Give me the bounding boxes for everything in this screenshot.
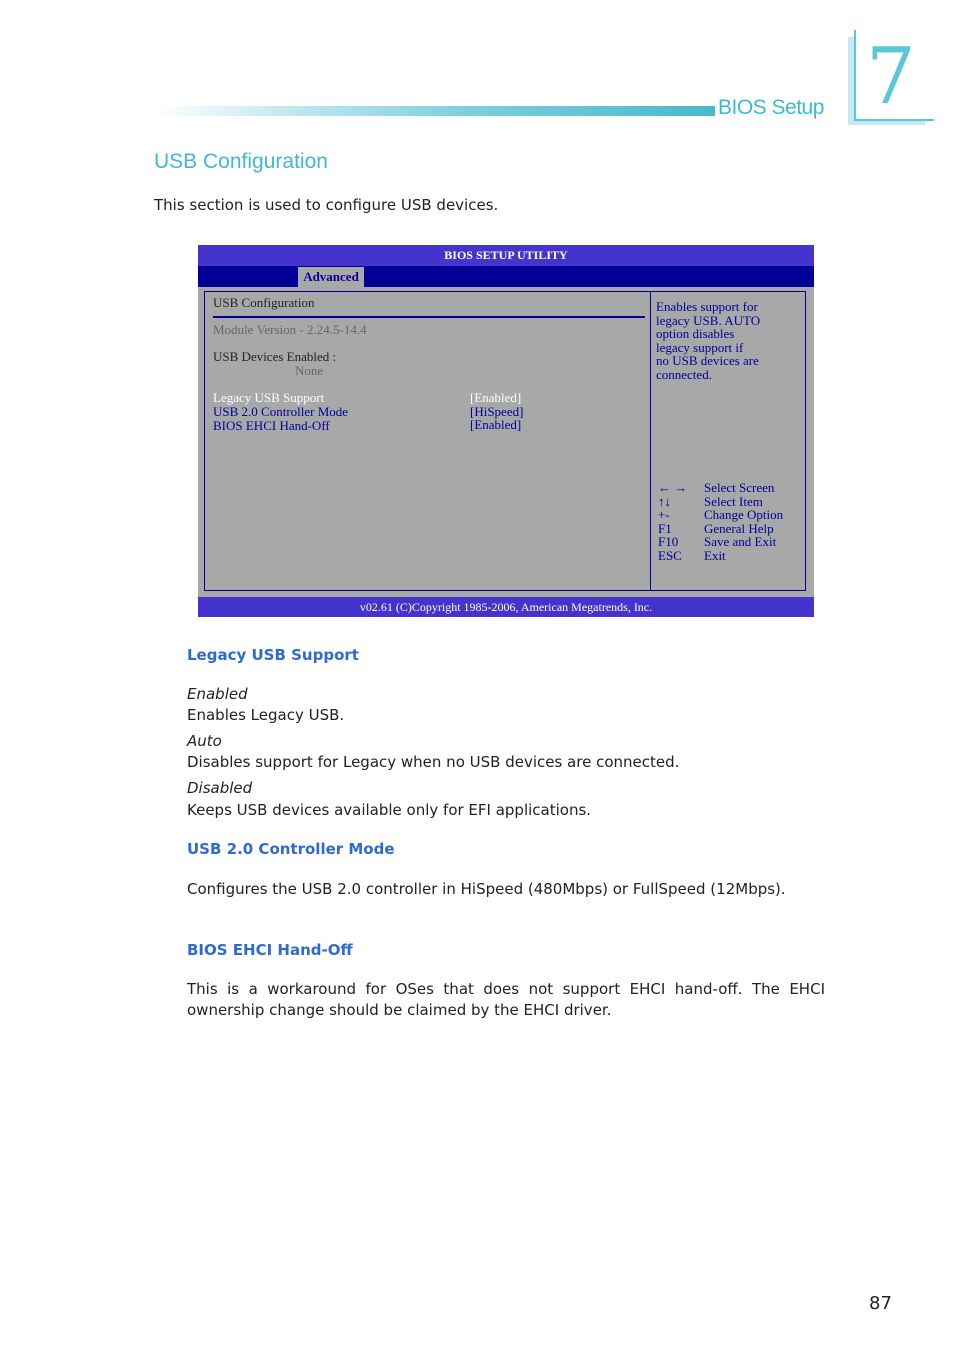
key-action: Exit (704, 547, 726, 563)
help-line: Enables support for (656, 299, 758, 314)
key-row: F1 General Help (658, 522, 783, 536)
option-name-enabled: Enabled (187, 685, 248, 703)
bios-divider (650, 291, 651, 590)
bios-screen: BIOS SETUP UTILITY Advanced USB Configur… (198, 245, 814, 617)
key-action: Select Item (704, 493, 763, 509)
bios-tab-bar: Advanced (198, 266, 814, 287)
key-row: +- Change Option (658, 508, 783, 522)
key-action: Change Option (704, 507, 784, 523)
bios-title-bar: BIOS SETUP UTILITY (198, 245, 814, 266)
heading-legacy-usb: Legacy USB Support (187, 646, 359, 664)
key-arrows-lr-icon: ← → (658, 480, 688, 495)
key-action: Save and Exit (704, 534, 777, 550)
usb-devices-label: USB Devices Enabled : (213, 349, 337, 364)
key-row: ← → Select Screen (658, 481, 783, 495)
key-f10: F10 (658, 534, 679, 550)
help-line: option disables (656, 326, 735, 342)
key-row: F10 Save and Exit (658, 535, 783, 549)
header-decor-bar (155, 106, 715, 116)
heading-ehci-handoff: BIOS EHCI Hand-Off (187, 941, 353, 959)
tab-advanced[interactable]: Advanced (298, 267, 364, 287)
bios-screen-title: USB Configuration (213, 295, 315, 310)
bios-key-legend: ← → Select Screen ↑↓ Select Item +- Change … (658, 481, 783, 563)
key-row: ↑↓ Select Item (658, 493, 783, 509)
key-plus-minus: +- (658, 507, 670, 523)
module-version: Module Version - 2.24.5-14.4 (213, 322, 367, 337)
section-title: USB Configuration (154, 150, 328, 173)
key-arrows-ud-icon: ↑↓ (658, 493, 671, 509)
heading-usb20-mode: USB 2.0 Controller Mode (187, 840, 395, 858)
setting-ehci-handoff-label[interactable]: BIOS EHCI Hand-Off (213, 419, 330, 433)
section-intro: This section is used to configure USB de… (154, 196, 499, 214)
chapter-number: 7 (866, 32, 916, 122)
desc-ehci-handoff: This is a workaround for OSes that does … (187, 980, 825, 1019)
usb-devices-value: None (295, 363, 324, 378)
desc-usb20-mode: Configures the USB 2.0 controller in HiS… (187, 880, 786, 898)
bios-title-rule (213, 316, 645, 318)
key-f1: F1 (658, 520, 672, 536)
option-desc-disabled: Keeps USB devices available only for EFI… (187, 801, 592, 819)
option-desc-enabled: Enables Legacy USB. (187, 706, 345, 724)
option-name-disabled: Disabled (187, 779, 253, 797)
setting-ehci-handoff-value[interactable]: [Enabled] (470, 418, 521, 432)
key-row: ESC Exit (658, 549, 783, 563)
help-line: connected. (656, 366, 712, 382)
key-action: Select Screen (704, 480, 775, 495)
key-action: General Help (704, 520, 774, 536)
key-esc: ESC (658, 547, 682, 563)
bios-footer: v02.61 (C)Copyright 1985-2006, American … (198, 597, 814, 617)
setting-legacy-usb-value[interactable]: [Enabled] (470, 391, 521, 405)
setting-usb20-mode-label[interactable]: USB 2.0 Controller Mode (213, 405, 348, 419)
option-desc-auto: Disables support for Legacy when no USB … (187, 753, 680, 771)
option-name-auto: Auto (187, 732, 222, 750)
help-line: legacy support if (656, 339, 744, 355)
page-number: 87 (869, 1293, 892, 1314)
header-section-label: BIOS Setup (718, 96, 824, 119)
help-line: no USB devices are (656, 353, 759, 369)
setting-legacy-usb-label[interactable]: Legacy USB Support (213, 391, 324, 405)
help-line: legacy USB. AUTO (656, 312, 761, 328)
bios-help-text: Enables support for legacy USB. AUTO opt… (656, 300, 796, 382)
